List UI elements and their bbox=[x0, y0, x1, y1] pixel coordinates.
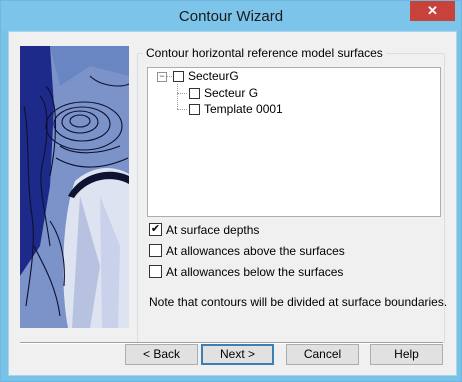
boundary-note: Note that contours will be divided at su… bbox=[149, 295, 448, 309]
tree-connector bbox=[177, 109, 187, 110]
tree-connector bbox=[177, 84, 178, 109]
option-label: At allowances above the surfaces bbox=[166, 244, 345, 258]
tree-item-label: Template 0001 bbox=[204, 102, 283, 116]
checkbox-surface-depths[interactable]: ✔ bbox=[149, 223, 162, 236]
option-label: At allowances below the surfaces bbox=[166, 265, 344, 279]
tree-item-label: Secteur G bbox=[204, 86, 259, 100]
wizard-side-image bbox=[20, 46, 129, 328]
tree-item-label: SecteurG bbox=[188, 69, 239, 83]
surfaces-tree[interactable]: − SecteurG Secteur G Template 0001 bbox=[147, 67, 441, 217]
checkbox-allowances-above[interactable] bbox=[149, 244, 162, 257]
checkbox-allowances-below[interactable] bbox=[149, 265, 162, 278]
back-button[interactable]: < Back bbox=[125, 344, 198, 365]
title-bar[interactable]: Contour Wizard ✕ bbox=[1, 1, 461, 31]
tree-checkbox-secteur-g[interactable] bbox=[189, 88, 200, 99]
tree-connector bbox=[177, 93, 187, 94]
dialog-body: Contour horizontal reference model surfa… bbox=[8, 31, 457, 376]
option-label: At surface depths bbox=[166, 223, 260, 237]
window-title: Contour Wizard bbox=[178, 8, 284, 25]
close-icon: ✕ bbox=[427, 3, 438, 18]
tree-checkbox-secteurg[interactable] bbox=[173, 71, 184, 82]
close-button[interactable]: ✕ bbox=[410, 1, 455, 21]
next-button[interactable]: Next > bbox=[201, 344, 274, 365]
wizard-window: Contour Wizard ✕ Contour horizontal refe… bbox=[0, 0, 462, 382]
help-button[interactable]: Help bbox=[370, 344, 443, 365]
tree-checkbox-template-0001[interactable] bbox=[189, 104, 200, 115]
cancel-button[interactable]: Cancel bbox=[286, 344, 359, 365]
tree-expand-icon[interactable]: − bbox=[157, 72, 167, 82]
surfaces-group-label: Contour horizontal reference model surfa… bbox=[143, 46, 386, 60]
